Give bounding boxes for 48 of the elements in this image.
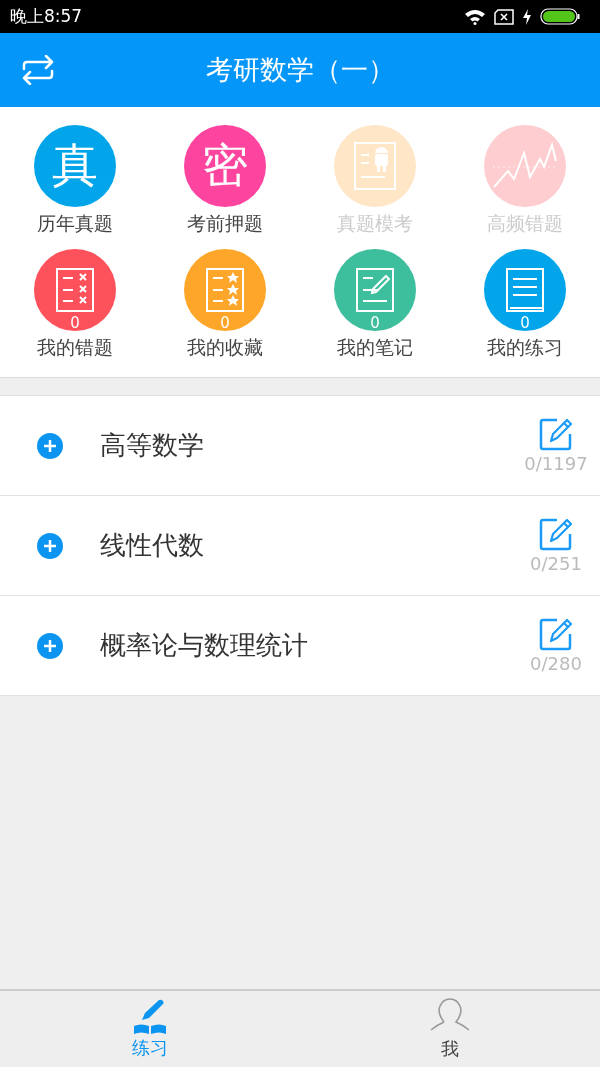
category-icon[interactable]: 真 <box>34 125 116 207</box>
category-icon[interactable]: 0 <box>484 249 566 331</box>
category-label: 我的错题 <box>37 335 113 360</box>
category-label: 历年真题 <box>37 211 113 236</box>
nav-tab[interactable]: 练习 <box>0 991 300 1067</box>
subject-row[interactable]: 概率论与数理统计 0/280 <box>0 596 600 696</box>
icon-glyph: 真 <box>52 137 98 194</box>
category-label: 我的笔记 <box>337 335 413 360</box>
count-label: 0 <box>70 315 80 331</box>
count-label: 0 <box>520 315 530 331</box>
charging-icon <box>522 8 532 25</box>
book-icon <box>505 267 545 313</box>
expand-icon[interactable] <box>36 431 64 460</box>
page-title: 考研数学（一） <box>205 53 395 87</box>
android-document-icon <box>353 141 397 191</box>
count-label: 0 <box>370 315 380 331</box>
switch-icon[interactable] <box>20 55 56 85</box>
nav-tab[interactable]: 我 <box>300 991 600 1067</box>
edit-icon[interactable] <box>539 417 573 451</box>
category-label: 考前押题 <box>187 211 263 236</box>
subject-name: 线性代数 <box>100 529 205 562</box>
category-icon[interactable]: 0 <box>184 249 266 331</box>
star-list-icon <box>205 267 245 313</box>
cross-list-icon <box>55 267 95 313</box>
pencil-book-icon <box>132 998 168 1034</box>
status-time: 晚上8:57 <box>10 5 83 28</box>
category-icon[interactable]: 0 <box>34 249 116 331</box>
battery-icon <box>540 8 580 25</box>
category-icon[interactable]: 0 <box>334 249 416 331</box>
subject-row[interactable]: 高等数学 0/1197 <box>0 396 600 496</box>
expand-icon[interactable] <box>36 531 64 560</box>
subject-name: 高等数学 <box>100 429 205 462</box>
category-label: 我的练习 <box>487 335 563 360</box>
progress-count: 0/280 <box>530 653 582 674</box>
subject-row[interactable]: 线性代数 0/251 <box>0 496 600 596</box>
icon-glyph: 密 <box>202 137 248 194</box>
subject-name: 概率论与数理统计 <box>100 629 309 662</box>
category-label: 我的收藏 <box>187 335 263 360</box>
count-label: 0 <box>220 315 230 331</box>
expand-icon[interactable] <box>36 631 64 660</box>
wifi-icon <box>464 8 486 25</box>
progress-count: 0/1197 <box>524 453 588 474</box>
category-icon[interactable]: 密 <box>184 125 266 207</box>
edit-icon[interactable] <box>539 517 573 551</box>
note-pencil-icon <box>355 267 395 313</box>
progress-count: 0/251 <box>530 553 582 574</box>
sim-icon <box>494 8 514 25</box>
edit-icon[interactable] <box>539 617 573 651</box>
